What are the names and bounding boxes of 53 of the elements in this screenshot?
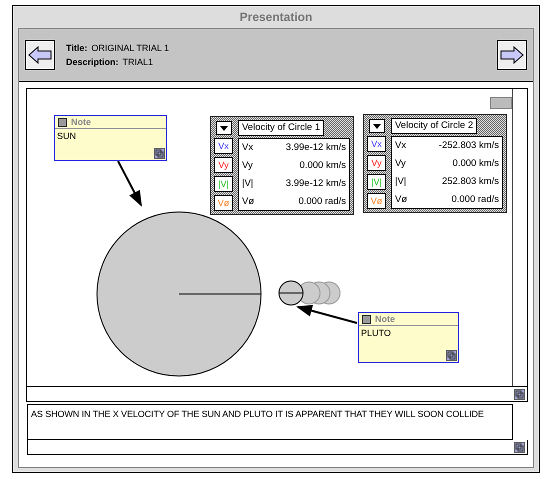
arrow-left-icon xyxy=(28,46,52,64)
circle-drawing xyxy=(278,280,304,306)
triangle-down-icon xyxy=(373,124,381,128)
variable-badge[interactable]: |V| xyxy=(214,176,233,192)
resize-icon[interactable] xyxy=(446,350,457,361)
arrow-right-icon xyxy=(500,46,524,64)
narration-text: AS SHOWN IN THE X VELOCITY OF THE SUN AND PLUTO IT IS APPARENT THAT THEY WILL SOON COLLIDE xyxy=(31,409,484,419)
resize-icon[interactable] xyxy=(514,388,525,400)
close-box-icon[interactable] xyxy=(58,118,67,126)
variable-label: |V| xyxy=(242,178,254,189)
arrow xyxy=(117,160,142,207)
variable-value: 0.000 km/s xyxy=(300,160,346,172)
variable-value: 3.99e-12 km/s xyxy=(286,142,346,154)
resize-icon[interactable] xyxy=(154,148,165,159)
resize-icon[interactable] xyxy=(514,442,525,452)
next-button[interactable] xyxy=(497,40,527,70)
variable-badge[interactable]: Vø xyxy=(367,193,386,209)
meter-title: Velocity of Circle 2 xyxy=(391,118,478,134)
variable-value: 3.99e-12 km/s xyxy=(286,178,346,189)
variable-badge[interactable]: Vx xyxy=(214,138,233,154)
note-text: PLUTO xyxy=(361,328,391,338)
title-field: Title: ORIGINAL TRIAL 1 xyxy=(66,43,486,53)
variable-label: Vø xyxy=(395,194,408,205)
window-title: Presentation xyxy=(240,10,312,24)
variable-badge[interactable]: Vy xyxy=(214,157,233,173)
variable-badge[interactable]: Vø xyxy=(214,195,233,211)
variable-badge[interactable]: Vy xyxy=(367,155,386,171)
dropdown-button[interactable] xyxy=(369,119,385,133)
variable-value: 0.000 rad/s xyxy=(298,196,346,207)
variable-badge[interactable]: |V| xyxy=(367,174,386,190)
note-title: Note xyxy=(375,314,395,324)
note-text: SUN xyxy=(57,131,76,141)
variable-label: Vø xyxy=(242,196,254,207)
variable-value: 0.000 rad/s xyxy=(451,194,499,205)
variable-label: |V| xyxy=(395,176,406,187)
previous-button[interactable] xyxy=(25,40,55,70)
variable-badge[interactable]: Vx xyxy=(367,136,386,152)
variable-value: 0.000 km/s xyxy=(452,158,499,170)
close-box-icon[interactable] xyxy=(362,314,371,324)
variable-label: Vy xyxy=(395,158,406,170)
variable-value: 252.803 km/s xyxy=(442,176,499,187)
arrow xyxy=(296,304,358,324)
variable-label: Vx xyxy=(395,140,406,152)
note[interactable]: Note SUN xyxy=(54,115,167,161)
note[interactable]: Note PLUTO xyxy=(358,312,459,363)
meter-title: Velocity of Circle 1 xyxy=(238,120,324,136)
note-title: Note xyxy=(71,117,91,127)
triangle-down-icon xyxy=(220,126,228,130)
description-field: Description: TRIAL1 xyxy=(66,57,486,67)
dropdown-button[interactable] xyxy=(216,121,232,135)
variable-label: Vy xyxy=(242,160,253,172)
variable-value: -252.803 km/s xyxy=(438,140,499,152)
variable-label: Vx xyxy=(242,142,254,154)
